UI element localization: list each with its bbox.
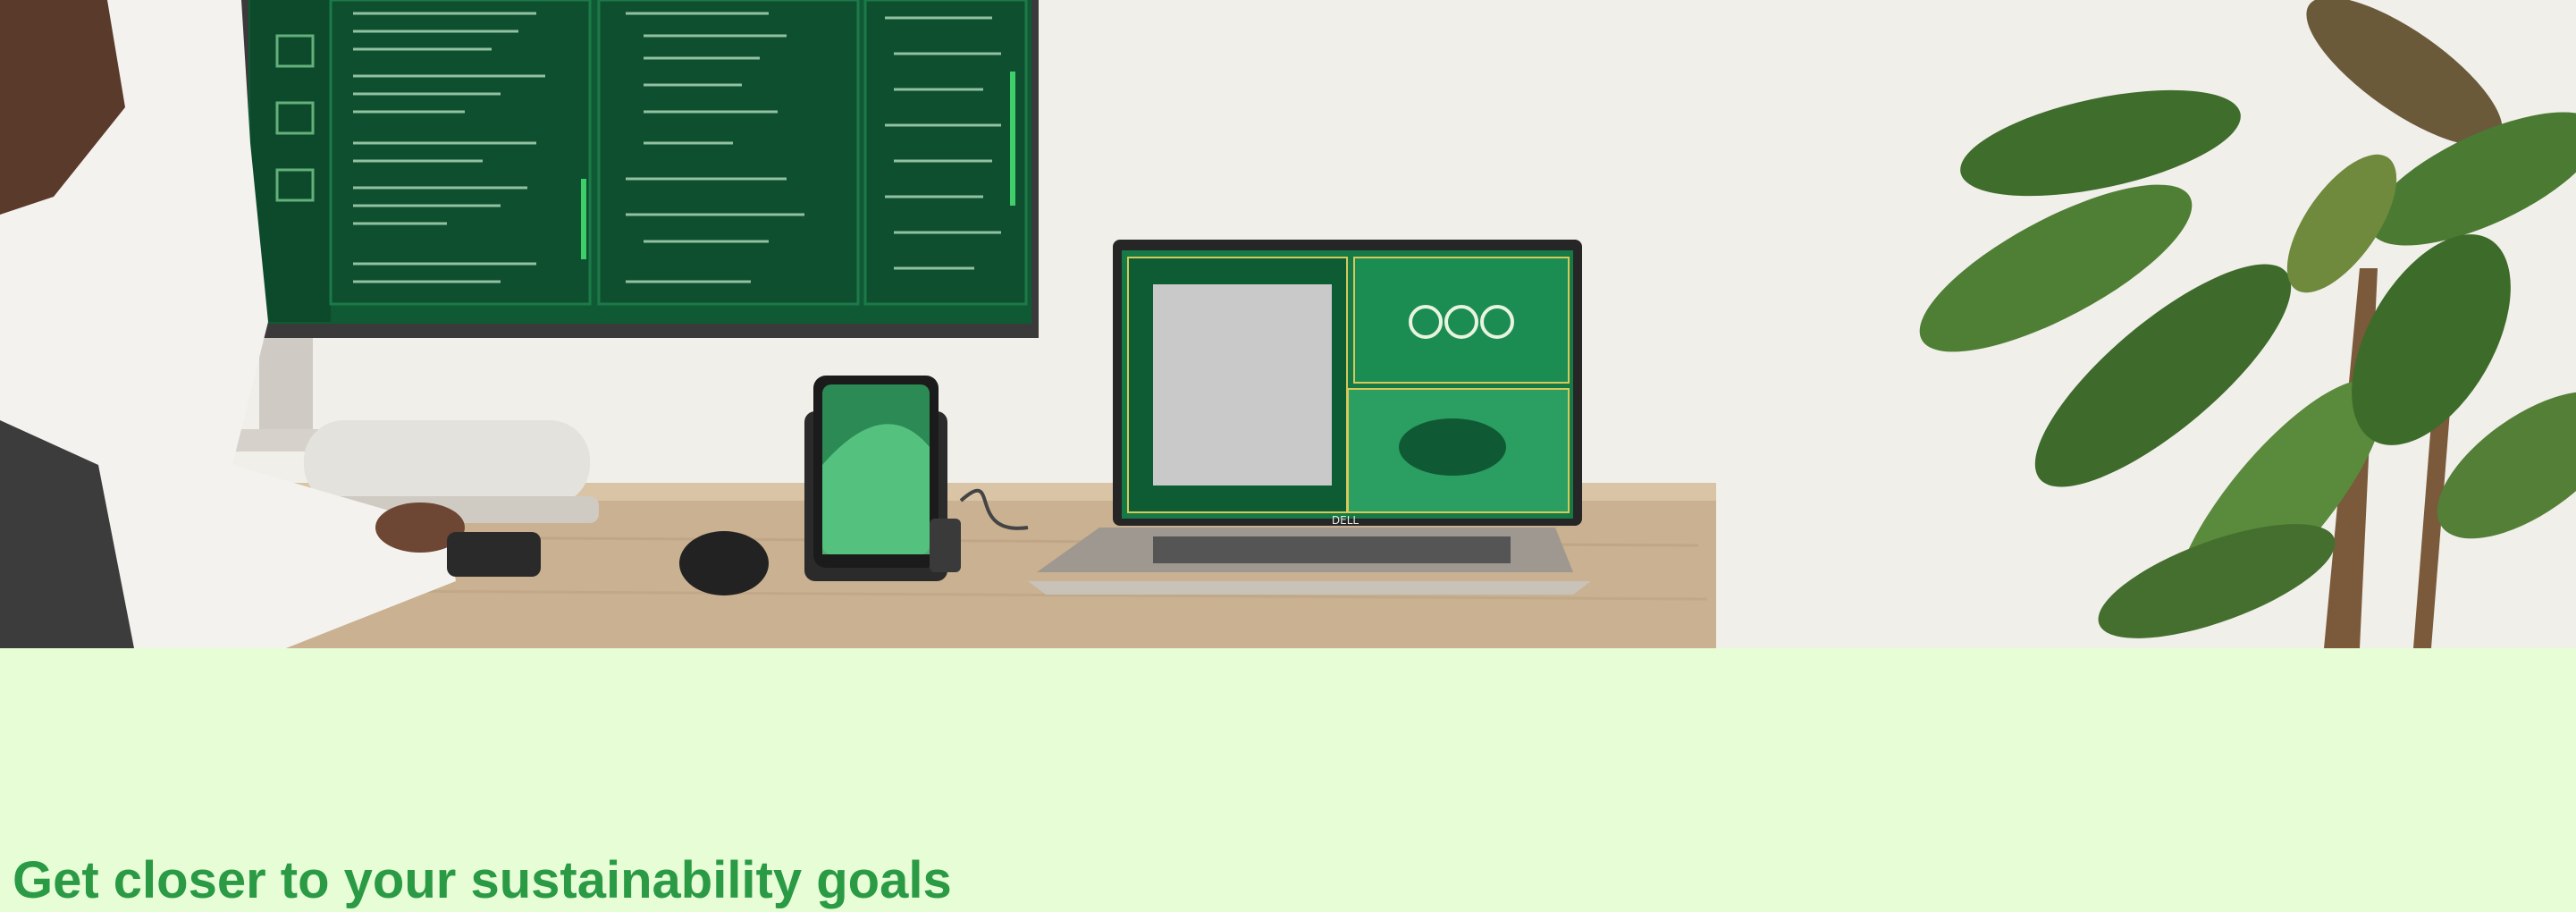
hero-image: DELL [0, 0, 2576, 648]
section-heading: Get closer to your sustainability goals [13, 851, 952, 909]
laptop-logo: DELL [1332, 514, 1360, 527]
monitor [241, 0, 1039, 338]
hero-illustration: DELL [0, 0, 2576, 648]
